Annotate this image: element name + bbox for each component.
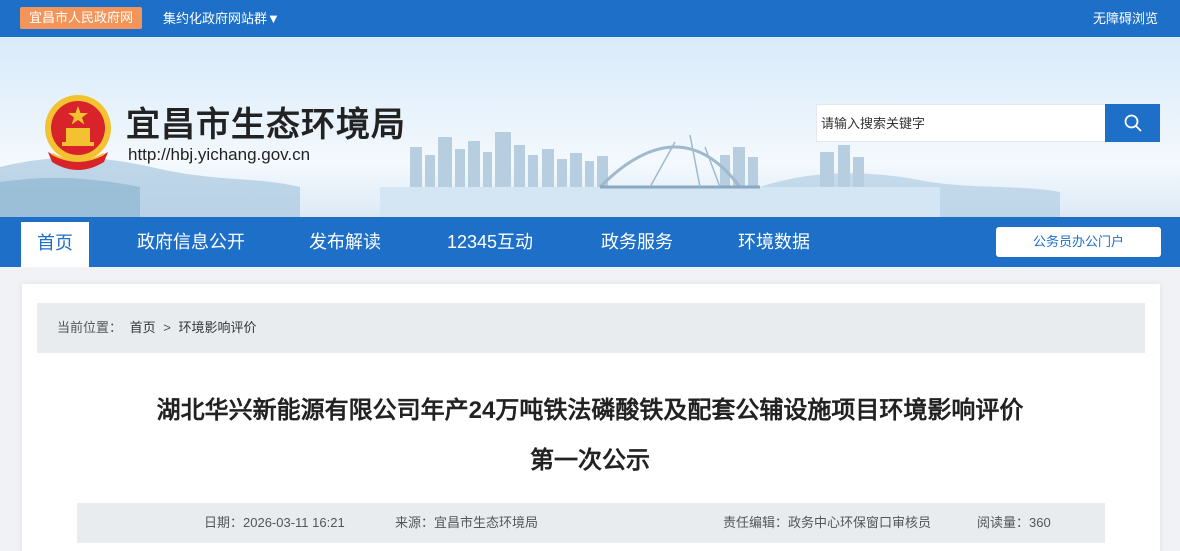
site-url: http://hbj.yichang.gov.cn	[128, 145, 311, 164]
gov-portal-link[interactable]: 宜昌市人民政府网	[20, 7, 143, 29]
breadcrumb-current-link[interactable]: 环境影响评价	[179, 320, 257, 335]
nav-item-env-data[interactable]: 环境数据	[738, 217, 810, 267]
nav-item-gov-info[interactable]: 政府信息公开	[137, 217, 245, 267]
article-title: 湖北华兴新能源有限公司年产24万吨铁法磷酸铁及配套公辅设施项目环境影响评价 第一…	[40, 388, 1140, 484]
nav-item-gov-services[interactable]: 政务服务	[601, 217, 673, 267]
header-banner: 宜昌市生态环境局 http://hbj.yichang.gov.cn	[0, 37, 1180, 217]
nav-item-12345[interactable]: 12345互动	[447, 217, 533, 267]
article-title-line-1: 湖北华兴新能源有限公司年产24万吨铁法磷酸铁及配套公辅设施项目环境影响评价	[156, 397, 1024, 424]
national-emblem-icon	[45, 95, 111, 170]
article-source: 来源：宜昌市生态环境局	[395, 515, 539, 530]
search-icon	[1124, 114, 1141, 132]
civil-servant-portal-button[interactable]: 公务员办公门户	[996, 227, 1161, 257]
breadcrumb: 当前位置： 首页 > 环境影响评价	[37, 303, 1145, 353]
accessible-browsing-link[interactable]: 无障碍浏览	[1093, 0, 1158, 37]
article-date: 日期：2026-03-11 16:21	[204, 515, 345, 530]
breadcrumb-prefix: 当前位置：	[57, 320, 123, 335]
article-title-line-2: 第一次公示	[530, 447, 650, 474]
article-editor: 责任编辑：政务中心环保窗口审核员	[723, 515, 932, 530]
nav-item-home[interactable]: 首页	[21, 222, 89, 267]
site-group-dropdown[interactable]: 集约化政府网站群▼	[163, 0, 280, 37]
breadcrumb-separator: >	[163, 320, 171, 335]
search-button[interactable]	[1105, 104, 1160, 142]
nav-item-releases[interactable]: 发布解读	[309, 217, 381, 267]
top-bar: 宜昌市人民政府网 集约化政府网站群▼ 无障碍浏览	[0, 0, 1180, 37]
article-meta-bar: 日期：2026-03-11 16:21 来源：宜昌市生态环境局 责任编辑：政务中…	[77, 503, 1105, 543]
site-title: 宜昌市生态环境局	[126, 106, 406, 144]
search-box	[816, 104, 1106, 142]
search-input[interactable]	[817, 105, 1106, 141]
breadcrumb-home-link[interactable]: 首页	[130, 320, 156, 335]
article-read-count: 阅读量：360	[977, 515, 1051, 530]
